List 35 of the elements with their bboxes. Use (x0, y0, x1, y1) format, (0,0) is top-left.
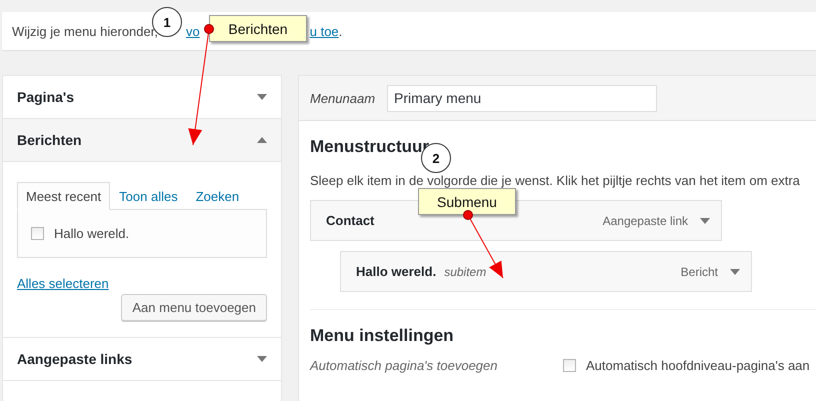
menu-item-title: Hallo wereld. (356, 264, 436, 279)
menu-item-type: Bericht (680, 264, 718, 278)
setting-label: Automatisch pagina's toevoegen (310, 358, 498, 373)
menu-item-type: Aangepaste link (602, 214, 688, 228)
checkbox[interactable] (563, 359, 576, 372)
expand-arrow-icon[interactable] (257, 94, 267, 100)
checkbox-label: Automatisch hoofdniveau-pagina's aan (586, 358, 810, 373)
section-heading: Menu instellingen (310, 326, 455, 346)
tab[interactable]: Zoeken (186, 182, 248, 210)
panel-header[interactable]: Pagina's (3, 76, 281, 118)
menu-item-note: subitem (444, 264, 486, 278)
notice-period: . (338, 24, 342, 38)
callout-label: Submenu (418, 188, 516, 215)
collapse-arrow-icon[interactable] (257, 137, 267, 143)
instructions-text: Sleep elk item in de volgorde die je wenst. Klik het pijltje rechts van het item om extra (310, 173, 801, 188)
checkbox-label: Hallo wereld. (54, 226, 130, 241)
menu-item-title: Contact (326, 213, 374, 228)
section-heading: Menustructuur (310, 137, 430, 157)
menu-name-field[interactable]: Primary menu (387, 84, 658, 112)
panel-header[interactable]: Aangepaste links (3, 338, 281, 380)
expand-arrow-icon[interactable] (730, 268, 740, 274)
expand-arrow-icon[interactable] (257, 356, 267, 362)
tab[interactable]: Meest recent (17, 182, 110, 210)
expand-arrow-icon[interactable] (700, 218, 710, 224)
tab[interactable]: Toon alles (110, 182, 187, 210)
panel-header[interactable]: Berichten (3, 119, 281, 162)
notice-text: Wijzig je menu hieronder, (12, 24, 159, 38)
checkbox[interactable] (31, 227, 44, 240)
menu-item[interactable]: Hallo wereld. subitem Bericht (340, 251, 752, 292)
select-all-link[interactable]: Alles selecteren (17, 276, 109, 291)
notice-link[interactable]: vo (186, 24, 200, 38)
notice-link[interactable]: u toe (310, 24, 339, 38)
add-to-menu-button[interactable]: Aan menu toevoegen (121, 294, 267, 321)
callout-label: Berichten (209, 15, 307, 42)
menu-name-label: Menunaam (310, 90, 376, 106)
